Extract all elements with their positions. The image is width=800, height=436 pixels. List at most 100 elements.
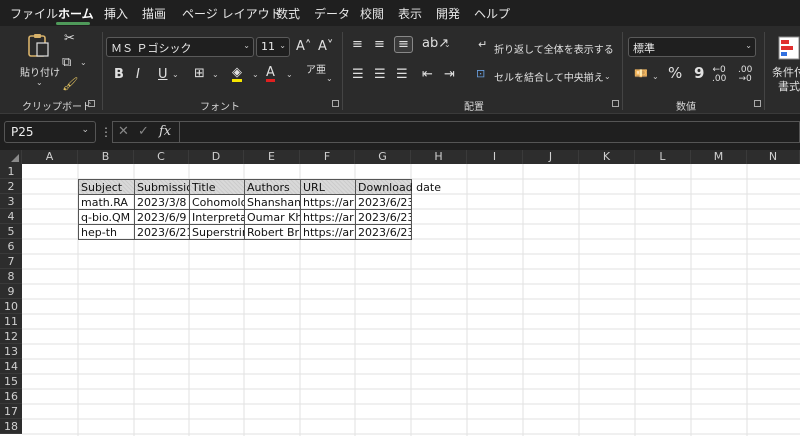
number-launcher-icon[interactable]	[754, 100, 761, 107]
phonetic-guide-icon[interactable]: ア亜	[306, 66, 326, 76]
table-cell[interactable]: 2023/3/8	[134, 194, 190, 210]
row-header-6[interactable]: 6	[0, 239, 22, 254]
column-header-l[interactable]: L	[635, 150, 691, 164]
currency-format-icon[interactable]: 💴	[634, 68, 648, 79]
bold-button[interactable]: B	[114, 68, 124, 81]
table-cell[interactable]: Superstrin	[189, 224, 245, 240]
row-header-5[interactable]: 5	[0, 224, 22, 239]
italic-button[interactable]: I	[136, 68, 140, 81]
row-header-10[interactable]: 10	[0, 299, 22, 314]
menu-draw[interactable]: 描画	[142, 5, 166, 22]
row-header-8[interactable]: 8	[0, 269, 22, 284]
header-cell[interactable]: Download date	[355, 179, 441, 195]
table-cell[interactable]: Interpreta	[189, 209, 245, 225]
font-size-select[interactable]: 11 ⌄	[256, 37, 290, 57]
align-bottom-icon[interactable]: ≡	[394, 36, 413, 53]
row-header-17[interactable]: 17	[0, 404, 22, 419]
column-header-i[interactable]: I	[467, 150, 523, 164]
row-header-1[interactable]: 1	[0, 164, 22, 179]
align-top-icon[interactable]: ≡	[352, 38, 363, 51]
column-header-c[interactable]: C	[134, 150, 189, 164]
menu-view[interactable]: 表示	[398, 5, 422, 22]
clipboard-launcher-icon[interactable]	[88, 100, 95, 107]
table-cell[interactable]: 2023/6/23	[355, 209, 412, 225]
table-cell[interactable]: 2023/6/21	[134, 224, 190, 240]
row-header-13[interactable]: 13	[0, 344, 22, 359]
font-color-dropdown-chevron-icon[interactable]: ⌄	[286, 70, 293, 79]
menu-formulas[interactable]: 数式	[276, 5, 300, 22]
row-header-18[interactable]: 18	[0, 419, 22, 434]
table-cell[interactable]: 2023/6/23	[355, 194, 412, 210]
column-header-g[interactable]: G	[355, 150, 411, 164]
table-cell[interactable]: Oumar Kh	[244, 209, 301, 225]
cancel-icon[interactable]: ✕	[118, 124, 129, 139]
cut-icon[interactable]: ✂	[64, 32, 75, 45]
header-cell[interactable]: Authors	[244, 179, 301, 195]
borders-dropdown-chevron-icon[interactable]: ⌄	[212, 70, 219, 79]
spreadsheet-grid[interactable]: ABCDEFGHIJKLMN 1 2 3 4 5 6 7 8 9 10 11 12 13 14 15 16 17…	[0, 150, 800, 436]
merge-dropdown-chevron-icon[interactable]: ⌄	[604, 72, 611, 81]
column-header-d[interactable]: D	[189, 150, 244, 164]
menu-file[interactable]: ファイル	[10, 5, 58, 22]
merge-center-icon[interactable]: ⊡	[476, 68, 485, 79]
column-header-n[interactable]: N	[747, 150, 800, 164]
more-options-icon[interactable]: ⋮	[100, 125, 112, 139]
table-cell[interactable]: math.RA	[78, 194, 135, 210]
menu-developer[interactable]: 開発	[436, 5, 460, 22]
decrease-indent-icon[interactable]: ⇤	[422, 68, 433, 81]
header-cell[interactable]: URL	[300, 179, 356, 195]
underline-dropdown-chevron-icon[interactable]: ⌄	[172, 70, 179, 79]
menu-review[interactable]: 校閲	[360, 5, 384, 22]
currency-dropdown-chevron-icon[interactable]: ⌄	[652, 72, 659, 81]
number-format-select[interactable]: 標準 ⌄	[628, 37, 756, 57]
format-painter-icon[interactable]: 🖌	[62, 78, 79, 91]
select-all-corner[interactable]	[0, 150, 22, 164]
table-cell[interactable]: 2023/6/9	[134, 209, 190, 225]
row-header-9[interactable]: 9	[0, 284, 22, 299]
row-header-14[interactable]: 14	[0, 359, 22, 374]
borders-icon[interactable]: ⊞	[194, 67, 205, 80]
increase-decimal-icon[interactable]: ←0.00	[712, 66, 726, 84]
decrease-decimal-icon[interactable]: .00 →0	[738, 66, 752, 84]
row-header-4[interactable]: 4	[0, 209, 22, 224]
table-cell[interactable]: https://ar	[300, 209, 356, 225]
table-cell[interactable]: https://ar	[300, 194, 356, 210]
insert-function-button[interactable]: fx	[159, 124, 171, 139]
column-header-j[interactable]: J	[523, 150, 579, 164]
column-header-e[interactable]: E	[244, 150, 300, 164]
menu-help[interactable]: ヘルプ	[474, 5, 510, 22]
menu-insert[interactable]: 挿入	[104, 5, 128, 22]
table-cell[interactable]: q-bio.QM	[78, 209, 135, 225]
chevron-down-icon[interactable]: ⌄	[81, 125, 89, 135]
row-header-11[interactable]: 11	[0, 314, 22, 329]
header-cell[interactable]: Title	[189, 179, 245, 195]
comma-style-button[interactable]: 9	[694, 66, 704, 81]
merge-center-button[interactable]: セルを結合して中央揃え	[494, 69, 604, 84]
increase-indent-icon[interactable]: ⇥	[444, 68, 455, 81]
table-cell[interactable]: hep-th	[78, 224, 135, 240]
align-left-icon[interactable]: ☰	[352, 68, 364, 81]
shrink-font-icon[interactable]: A˅	[318, 40, 333, 53]
header-cell[interactable]: Submissio	[134, 179, 190, 195]
phonetic-dropdown-chevron-icon[interactable]: ⌄	[326, 74, 333, 83]
paste-icon[interactable]	[26, 32, 50, 58]
column-header-m[interactable]: M	[691, 150, 747, 164]
orientation-dropdown-chevron-icon[interactable]: ⌄	[444, 40, 451, 49]
font-color-icon[interactable]: A	[266, 66, 275, 82]
align-center-icon[interactable]: ☰	[374, 68, 386, 81]
paste-button[interactable]: 貼り付け	[20, 64, 60, 79]
menu-data[interactable]: データ	[314, 5, 350, 22]
row-header-7[interactable]: 7	[0, 254, 22, 269]
underline-button[interactable]: U	[158, 68, 168, 81]
paste-dropdown-chevron-icon[interactable]: ⌄	[36, 78, 43, 87]
row-header-15[interactable]: 15	[0, 374, 22, 389]
percent-style-button[interactable]: %	[668, 66, 682, 81]
copy-dropdown-chevron-icon[interactable]: ⌄	[80, 58, 87, 67]
align-right-icon[interactable]: ☰	[396, 68, 408, 81]
fill-color-icon[interactable]: ◈	[232, 66, 242, 82]
row-header-2[interactable]: 2	[0, 179, 22, 194]
table-cell[interactable]: Cohomolo	[189, 194, 245, 210]
conditional-formatting-icon[interactable]	[778, 36, 800, 60]
header-cell[interactable]: Subject	[78, 179, 135, 195]
name-box[interactable]: P25 ⌄	[4, 121, 96, 143]
